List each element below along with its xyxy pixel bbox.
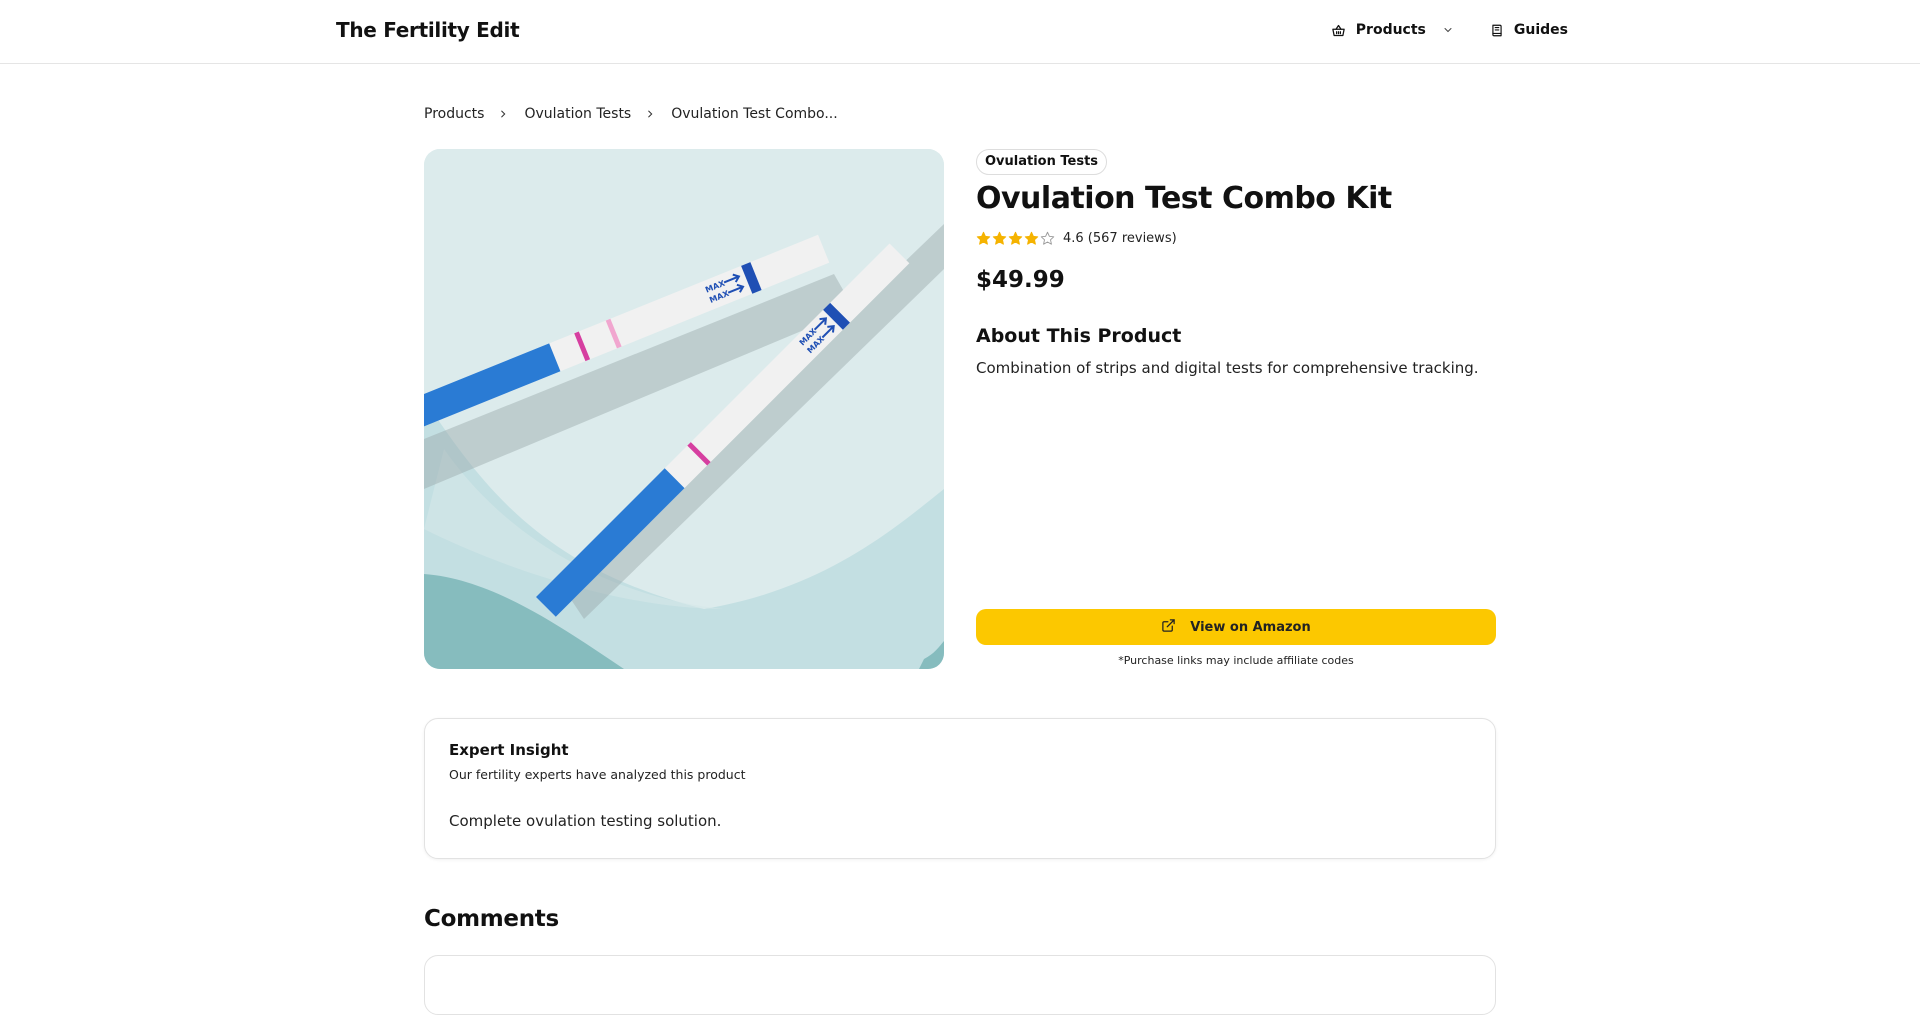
breadcrumb-ovulation-tests[interactable]: Ovulation Tests <box>524 106 631 122</box>
insight-heading: Expert Insight <box>449 741 569 759</box>
product-image: MAX MAX MAX MAX <box>424 149 944 669</box>
insight-subheading: Our fertility experts have analyzed this… <box>449 767 746 782</box>
about-text: Combination of strips and digital tests … <box>976 359 1479 377</box>
view-on-amazon-label: View on Amazon <box>1190 619 1311 635</box>
chevron-right-icon <box>498 108 508 120</box>
expert-insight-card: Expert Insight Our fertility experts hav… <box>424 718 1496 859</box>
product-rating: 4.6 (567 reviews) <box>976 231 1177 246</box>
breadcrumb-current: Ovulation Test Combo... <box>671 106 838 122</box>
external-link-icon <box>1161 618 1176 637</box>
star-icon <box>1024 231 1039 245</box>
breadcrumb-products[interactable]: Products <box>424 106 484 122</box>
product-title: Ovulation Test Combo Kit <box>976 181 1392 216</box>
breadcrumb: Products Ovulation Tests Ovulation Test … <box>424 106 838 122</box>
chevron-right-icon <box>645 108 655 120</box>
chevron-down-icon <box>1442 24 1454 36</box>
rating-text: 4.6 (567 reviews) <box>1063 231 1177 246</box>
insight-body: Complete ovulation testing solution. <box>449 812 722 830</box>
nav-products-label: Products <box>1355 22 1426 38</box>
view-on-amazon-button[interactable]: View on Amazon <box>976 609 1496 645</box>
category-badge[interactable]: Ovulation Tests <box>976 149 1108 175</box>
basket-icon <box>1331 23 1346 38</box>
site-header: The Fertility Edit Products Guides <box>0 0 1920 64</box>
about-heading: About This Product <box>976 325 1182 347</box>
star-icon <box>1008 231 1023 245</box>
comments-heading: Comments <box>424 906 559 932</box>
star-icon <box>992 231 1007 245</box>
star-icon <box>1040 231 1055 245</box>
main-nav: Products Guides <box>1331 22 1568 38</box>
star-icon <box>976 231 991 245</box>
nav-guides-label: Guides <box>1513 22 1568 38</box>
product-price: $49.99 <box>976 267 1065 293</box>
nav-products[interactable]: Products <box>1331 22 1454 38</box>
product-info: Ovulation Tests Ovulation Test Combo Kit… <box>976 149 1496 669</box>
site-logo[interactable]: The Fertility Edit <box>336 18 520 42</box>
star-rating <box>976 231 1055 246</box>
affiliate-note: *Purchase links may include affiliate co… <box>1118 654 1354 667</box>
book-icon <box>1490 23 1504 38</box>
nav-guides[interactable]: Guides <box>1490 22 1568 38</box>
comments-box <box>424 955 1496 1015</box>
